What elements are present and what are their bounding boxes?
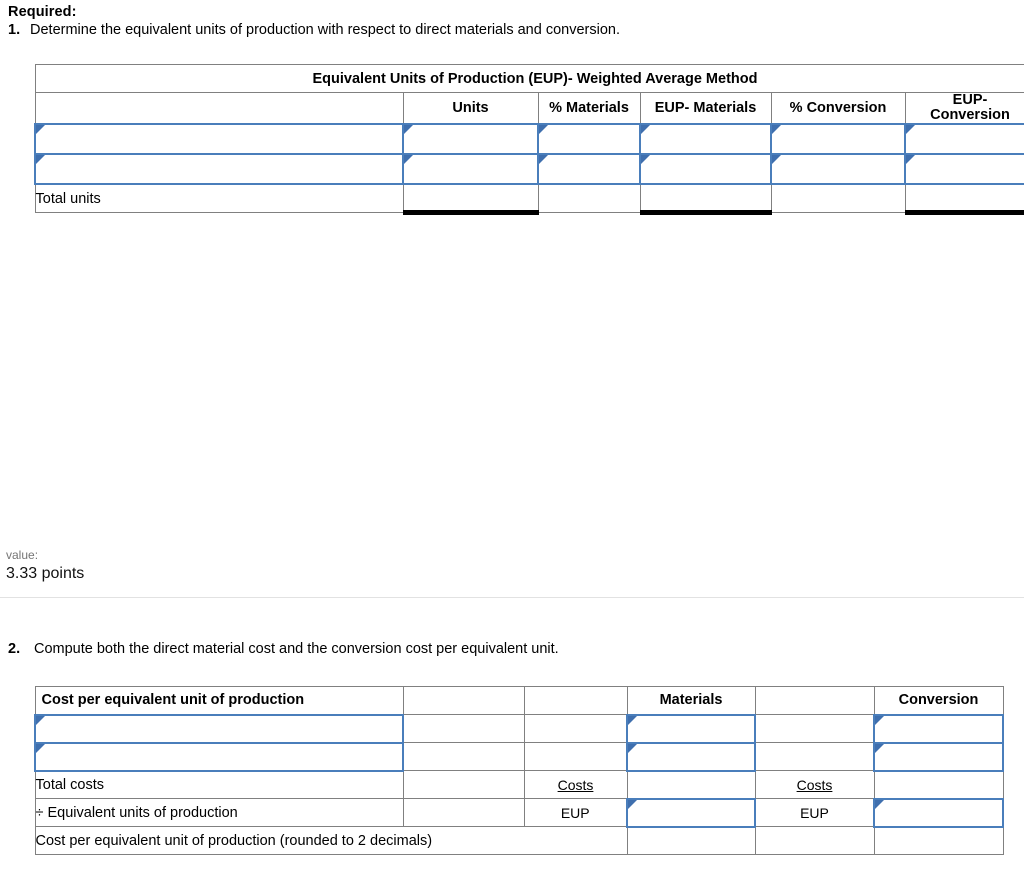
table1-row2-eup-materials-input[interactable] <box>639 153 772 186</box>
table1-title: Equivalent Units of Production (EUP)- We… <box>34 64 1024 93</box>
table1-total-eup-conversion-answer[interactable] <box>904 183 1024 215</box>
table1-total-eup-materials-answer[interactable] <box>639 183 772 215</box>
table2-cost-per-unit-label: Cost per equivalent unit of production (… <box>34 826 628 855</box>
table2-costs-materials-label: Costs <box>523 770 628 799</box>
requirement-2-line: 2. Compute both the direct material cost … <box>8 641 559 657</box>
table2-cost-per-unit-row: Cost per equivalent unit of production (… <box>34 826 1004 855</box>
table2-header-blank-3 <box>754 686 875 715</box>
table1-total-pct-materials-value <box>537 183 641 213</box>
table1-total-units-value <box>402 183 539 215</box>
points-value: 3.33 points <box>6 565 85 582</box>
table2-row2-col3 <box>523 742 628 771</box>
eup-weighted-average-table: Equivalent Units of Production (EUP)- We… <box>34 64 1024 215</box>
table1-total-pct-conversion-value <box>770 183 906 213</box>
table2-row1-materials-input[interactable] <box>626 713 756 744</box>
table1-row2-eup-conversion-input[interactable] <box>904 153 1024 186</box>
table2-row1-label-input[interactable] <box>34 713 404 744</box>
table1-header-eup-conversion-line2: Conversion <box>930 107 1010 124</box>
table1-header-pct-materials: % Materials <box>537 92 641 125</box>
table2-row2-label-input[interactable] <box>34 741 404 772</box>
table1-row2-pct-conversion-input[interactable] <box>770 153 906 186</box>
table2-row2-conversion-input[interactable] <box>873 741 1004 772</box>
table2-eup-conversion-label: EUP <box>754 798 875 827</box>
table1-row2-label-input[interactable] <box>34 153 404 186</box>
table2-input-row <box>34 741 1004 772</box>
table2-row1-col2 <box>402 714 525 743</box>
table1-header-eup-conversion: EUP- Conversion <box>904 92 1024 125</box>
table2-total-costs-conversion-value <box>873 770 1004 799</box>
table1-header-eup-materials: EUP- Materials <box>639 92 772 125</box>
table2-row2-col5 <box>754 742 875 771</box>
table1-row1-label-input[interactable] <box>34 123 404 156</box>
requirement-2-number: 2. <box>8 641 21 657</box>
table1-row1-eup-conversion-input[interactable] <box>904 123 1024 156</box>
table1-row1-eup-materials-input[interactable] <box>639 123 772 156</box>
table1-row1-pct-materials-input[interactable] <box>537 123 641 156</box>
table2-eup-materials-label: EUP <box>523 798 628 827</box>
cost-per-equivalent-unit-table: Cost per equivalent unit of production M… <box>34 686 1004 855</box>
table2-header-title: Cost per equivalent unit of production <box>34 686 404 715</box>
table2-header-blank-2 <box>523 686 628 715</box>
table2-total-costs-row: Total costs Costs Costs <box>34 770 1004 799</box>
table2-header-blank-1 <box>402 686 525 715</box>
table1-header-pct-conversion: % Conversion <box>770 92 906 125</box>
section-divider <box>0 597 1024 598</box>
page-root: Required: 1. Determine the equivalent uni… <box>0 0 1024 888</box>
table2-header-materials: Materials <box>626 686 756 715</box>
table2-eup-conversion-input[interactable] <box>873 797 1004 828</box>
table2-cost-per-unit-col5 <box>754 826 875 855</box>
table2-header-conversion: Conversion <box>873 686 1004 715</box>
table1-header-blank <box>34 92 404 125</box>
table2-total-costs-col2 <box>402 770 525 799</box>
requirement-1-line: 1. Determine the equivalent units of prod… <box>8 22 620 38</box>
requirement-1-number: 1. <box>8 22 21 38</box>
table2-row1-conversion-input[interactable] <box>873 713 1004 744</box>
table2-equivalent-units-label: ÷ Equivalent units of production <box>34 798 404 827</box>
table2-cost-per-unit-conversion-answer[interactable] <box>873 826 1004 855</box>
table1-input-row <box>34 153 1024 186</box>
table2-row1-col5 <box>754 714 875 743</box>
table1-title-row: Equivalent Units of Production (EUP)- We… <box>34 64 1024 93</box>
required-heading: Required: <box>8 4 77 20</box>
table1-row2-pct-materials-input[interactable] <box>537 153 641 186</box>
table2-header-row: Cost per equivalent unit of production M… <box>34 686 1004 715</box>
table2-row2-col2 <box>402 742 525 771</box>
table2-eup-materials-input[interactable] <box>626 797 756 828</box>
table1-row2-units-input[interactable] <box>402 153 539 186</box>
table1-row1-units-input[interactable] <box>402 123 539 156</box>
table2-row1-col3 <box>523 714 628 743</box>
table2-input-row <box>34 713 1004 744</box>
requirement-1-text: Determine the equivalent units of produc… <box>30 22 620 38</box>
table1-input-row <box>34 123 1024 156</box>
value-label: value: <box>6 548 39 562</box>
table2-row2-materials-input[interactable] <box>626 741 756 772</box>
table2-cost-per-unit-materials-answer[interactable] <box>626 826 756 855</box>
table1-header-units: Units <box>402 92 539 125</box>
table1-header-eup-conversion-line1: EUP- <box>952 92 988 108</box>
requirement-2-text: Compute both the direct material cost an… <box>34 641 559 657</box>
table1-total-units-label: Total units <box>34 183 404 213</box>
table2-eup-col2 <box>402 798 525 827</box>
table2-total-costs-materials-value <box>626 770 756 799</box>
table2-equivalent-units-row: ÷ Equivalent units of production EUP EUP <box>34 797 1004 828</box>
table1-row1-pct-conversion-input[interactable] <box>770 123 906 156</box>
table1-total-row: Total units <box>34 183 1024 215</box>
table2-costs-conversion-label: Costs <box>754 770 875 799</box>
table1-header-row: Units % Materials EUP- Materials % Conve… <box>34 92 1024 125</box>
table2-total-costs-label: Total costs <box>34 770 404 799</box>
